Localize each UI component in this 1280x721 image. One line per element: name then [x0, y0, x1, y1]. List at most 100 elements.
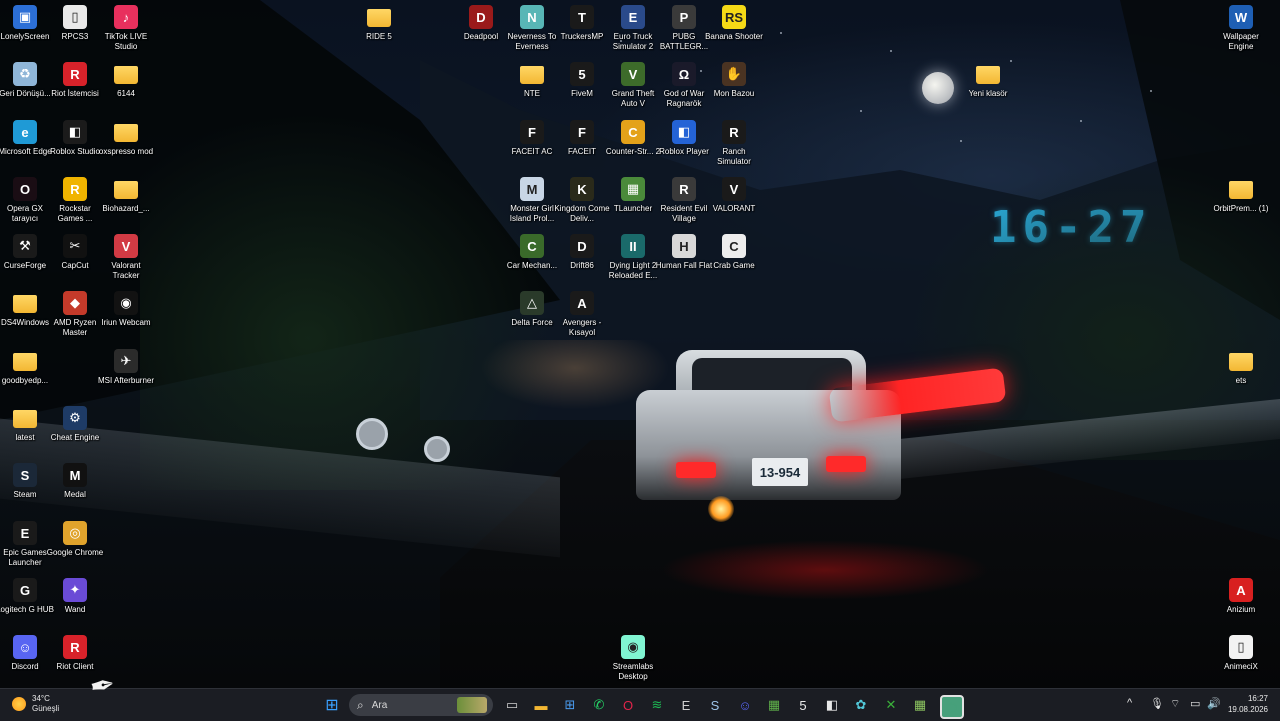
desktop-icon[interactable]: 6144: [97, 62, 155, 99]
crab-game-icon: C: [722, 234, 746, 258]
desktop-icon[interactable]: D Drift86: [553, 234, 611, 271]
roblox-button[interactable]: ◧: [822, 695, 842, 715]
edge-icon: e: [13, 120, 37, 144]
wifi-icon[interactable]: ⌔: [1170, 697, 1180, 711]
weather-widget[interactable]: 34°C Güneşli: [12, 694, 59, 714]
desktop-icon[interactable]: V VALORANT: [705, 177, 763, 214]
desktop-icon[interactable]: V Grand Theft Auto V: [604, 62, 662, 109]
start-button[interactable]: ⊞: [322, 695, 342, 715]
desktop-icon[interactable]: ✈ MSI Afterburner: [97, 349, 155, 386]
desktop-icon[interactable]: R Riot Client: [46, 635, 104, 672]
steam-button[interactable]: S: [705, 695, 725, 715]
discord-button[interactable]: ☺: [735, 695, 755, 715]
desktop-icon[interactable]: 5 FiveM: [553, 62, 611, 99]
desktop-icon[interactable]: R Riot İstemcisi: [46, 62, 104, 99]
desktop-icon[interactable]: ◎ Google Chrome: [46, 521, 104, 558]
human-fall-flat-icon: H: [672, 234, 696, 258]
desktop-icon[interactable]: RIDE 5: [350, 5, 408, 42]
desktop-icon[interactable]: F FACEIT: [553, 120, 611, 157]
banana-shooter-icon: RS: [722, 5, 746, 29]
desktop-icon-label: 6144: [117, 89, 135, 98]
folder-icon: [1229, 181, 1253, 199]
riot-icon: R: [63, 635, 87, 659]
god-of-war-icon: Ω: [672, 62, 696, 86]
opera-gx-icon: O: [13, 177, 37, 201]
desktop-icon[interactable]: ◧ Roblox Studio: [46, 120, 104, 157]
desktop-icon[interactable]: R Ranch Simulator: [705, 120, 763, 167]
streamlabs-button[interactable]: ◉: [940, 695, 964, 719]
desktop-icon[interactable]: ✂ CapCut: [46, 234, 104, 271]
desktop-icon[interactable]: W Wallpaper Engine: [1212, 5, 1270, 52]
roblox-studio-icon: ◧: [63, 120, 87, 144]
opera-gx-button[interactable]: O: [618, 695, 638, 715]
file-explorer-button[interactable]: ▬: [531, 695, 551, 715]
desktop-icon[interactable]: oxspresso mod: [97, 120, 155, 157]
desktop-icon-label: FiveM: [571, 89, 593, 98]
desktop-icon-label: Yeni klasör: [968, 89, 1008, 98]
desktop-icon[interactable]: Biohazard_...: [97, 177, 155, 214]
desktop-icon[interactable]: C Counter-Str... 2: [604, 120, 662, 157]
desktop-icon[interactable]: RS Banana Shooter: [705, 5, 763, 42]
monster-girl-icon: M: [520, 177, 544, 201]
rockstar-icon: R: [63, 177, 87, 201]
desktop-icon[interactable]: Yeni klasör: [959, 62, 1017, 99]
desktop-icon[interactable]: II Dying Light 2 Reloaded E...: [604, 234, 662, 281]
epic-games-button[interactable]: E: [676, 695, 696, 715]
desktop-icon-label: TikTok LIVE Studio: [104, 32, 148, 51]
desktop-icon-label: Crab Game: [713, 261, 755, 270]
minecraft-button[interactable]: ▦: [764, 695, 784, 715]
desktop-icon[interactable]: ♪ TikTok LIVE Studio: [97, 5, 155, 52]
desktop-icon[interactable]: ◉ Streamlabs Desktop: [604, 635, 662, 682]
show-hidden-icons-button[interactable]: ^: [1127, 697, 1132, 709]
desktop-icon[interactable]: ▯ AnimeciX: [1212, 635, 1270, 672]
spotify-button[interactable]: ≋: [647, 695, 667, 715]
chrome-icon: ◎: [63, 521, 87, 545]
desktop-icon-label: Valorant Tracker: [111, 261, 141, 280]
tlauncher-button[interactable]: ▦: [910, 695, 930, 715]
desktop-icon[interactable]: V Valorant Tracker: [97, 234, 155, 281]
fivem-button[interactable]: 5: [793, 695, 813, 715]
volume-icon[interactable]: 🔊: [1207, 697, 1221, 710]
desktop-icon[interactable]: ✋ Mon Bazou: [705, 62, 763, 99]
desktop-icon[interactable]: ▯ RPCS3: [46, 5, 104, 42]
desktop-icon-label: Biohazard_...: [102, 204, 150, 213]
desktop-icon[interactable]: ⚙ Cheat Engine: [46, 406, 104, 443]
desktop-icon[interactable]: M Medal: [46, 463, 104, 500]
desktop-icon[interactable]: ✦ Wand: [46, 578, 104, 615]
resident-evil-icon: R: [672, 177, 696, 201]
exhaust-flame: [708, 496, 734, 522]
desktop-icon-label: Streamlabs Desktop: [612, 662, 654, 681]
xbox-app-button[interactable]: ✿: [851, 695, 871, 715]
desktop-icon[interactable]: ◆ AMD Ryzen Master: [46, 291, 104, 338]
desktop-icon[interactable]: C Crab Game: [705, 234, 763, 271]
desktop-icon-label: FACEIT: [567, 147, 596, 156]
desktop-icon[interactable]: ▦ TLauncher: [604, 177, 662, 214]
desktop-icon[interactable]: R Rockstar Games ...: [46, 177, 104, 224]
microphone-icon[interactable]: 🎙: [1150, 697, 1164, 710]
file-icon: ▯: [63, 5, 87, 29]
desktop-icon-label: RPCS3: [61, 32, 89, 41]
desktop-icon[interactable]: K Kingdom Come Deliv...: [553, 177, 611, 224]
desktop-icon[interactable]: T TruckersMP: [553, 5, 611, 42]
search-box[interactable]: ⌕ Ara: [349, 694, 493, 716]
desktop-icon[interactable]: E Euro Truck Simulator 2: [604, 5, 662, 52]
desktop-icon[interactable]: ◉ Iriun Webcam: [97, 291, 155, 328]
xbox-button[interactable]: ✕: [881, 695, 901, 715]
desktop-icon[interactable]: A Avengers - Kısayol: [553, 291, 611, 338]
desktop-icon[interactable]: A Anizium: [1212, 578, 1270, 615]
task-view-button[interactable]: ▭: [502, 695, 522, 715]
desktop-icon[interactable]: goodbyedp...: [0, 349, 54, 386]
desktop-icon-label: Iriun Webcam: [101, 318, 151, 327]
desktop-icon[interactable]: D Deadpool: [452, 5, 510, 42]
tlauncher-icon: ▦: [621, 177, 645, 201]
desktop-icon[interactable]: OrbitPrem... (1): [1212, 177, 1270, 214]
wand-icon: ✦: [63, 578, 87, 602]
webcam-icon: ◉: [114, 291, 138, 315]
whatsapp-button[interactable]: ✆: [589, 695, 609, 715]
battery-icon[interactable]: ▭: [1190, 697, 1200, 710]
system-clock[interactable]: 16:27 19.08.2026: [1228, 693, 1268, 715]
faceit-icon: F: [570, 120, 594, 144]
microsoft-store-button[interactable]: ⊞: [560, 695, 580, 715]
desktop-icon-label: Cheat Engine: [50, 433, 100, 442]
desktop-icon[interactable]: ets: [1212, 349, 1270, 386]
